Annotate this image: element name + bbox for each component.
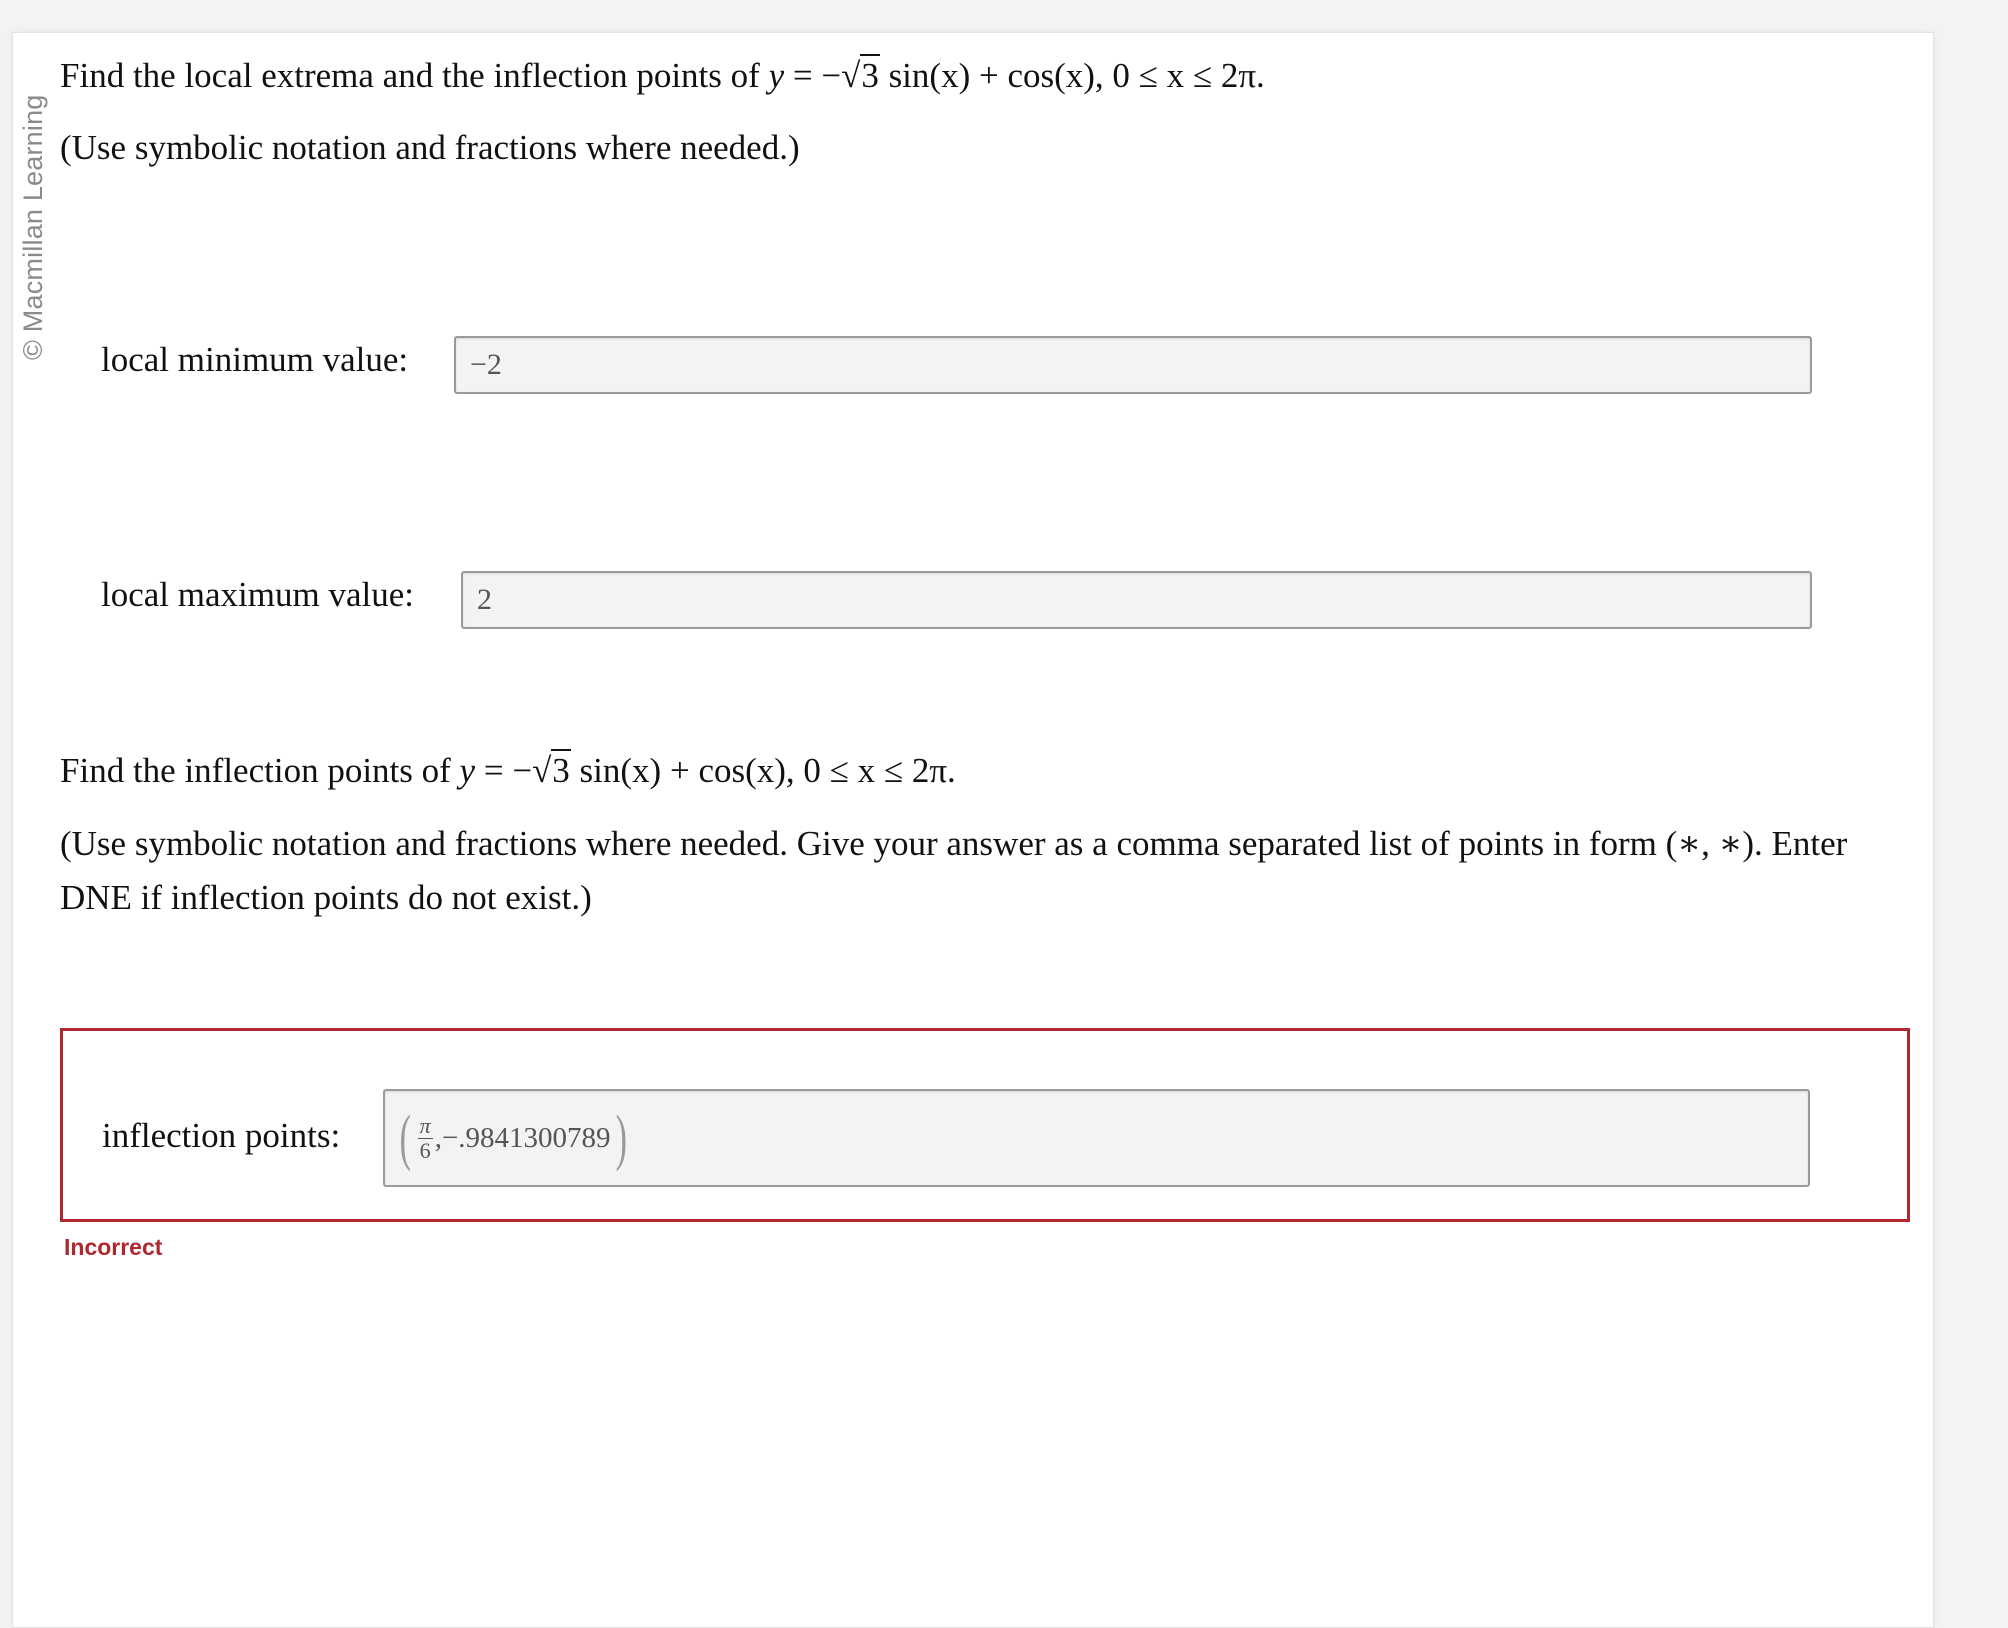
question2-formula: y = −√3 sin(x) + cos(x), 0 ≤ x ≤ 2π. bbox=[460, 749, 956, 790]
inflection-points-input[interactable]: ( π 6 ,−.9841300789 ) bbox=[383, 1089, 1810, 1187]
question1-formula: y = −√3 sin(x) + cos(x), 0 ≤ x ≤ 2π. bbox=[769, 54, 1265, 95]
question2-prompt: Find the inflection points of y = −√3 si… bbox=[60, 745, 956, 798]
local-minimum-value: −2 bbox=[470, 348, 502, 381]
question1-text: Find the local extrema and the inflectio… bbox=[60, 56, 760, 95]
incorrect-status: Incorrect bbox=[64, 1234, 163, 1260]
question2-instruction-line2: DNE if inflection points do not exist.) bbox=[60, 878, 592, 917]
sqrt-symbol: √3 bbox=[532, 749, 571, 790]
inflection-points-label: inflection points: bbox=[102, 1116, 341, 1155]
local-maximum-value: 2 bbox=[477, 583, 492, 616]
pi-over-6-fraction: π 6 bbox=[417, 1113, 433, 1163]
inflection-points-value: ,−.9841300789 bbox=[434, 1121, 611, 1154]
question1-prompt: Find the local extrema and the inflectio… bbox=[60, 50, 1265, 103]
sqrt-symbol: √3 bbox=[841, 54, 880, 95]
question2-text: Find the inflection points of bbox=[60, 751, 451, 790]
local-minimum-input[interactable]: −2 bbox=[454, 336, 1812, 394]
local-maximum-input[interactable]: 2 bbox=[461, 571, 1812, 629]
copyright-watermark: © Macmillan Learning bbox=[18, 94, 48, 360]
local-maximum-label: local maximum value: bbox=[101, 575, 414, 614]
question1-instruction: (Use symbolic notation and fractions whe… bbox=[60, 128, 800, 167]
question2-instruction-line1: (Use symbolic notation and fractions whe… bbox=[60, 824, 1848, 863]
local-minimum-label: local minimum value: bbox=[101, 340, 409, 379]
